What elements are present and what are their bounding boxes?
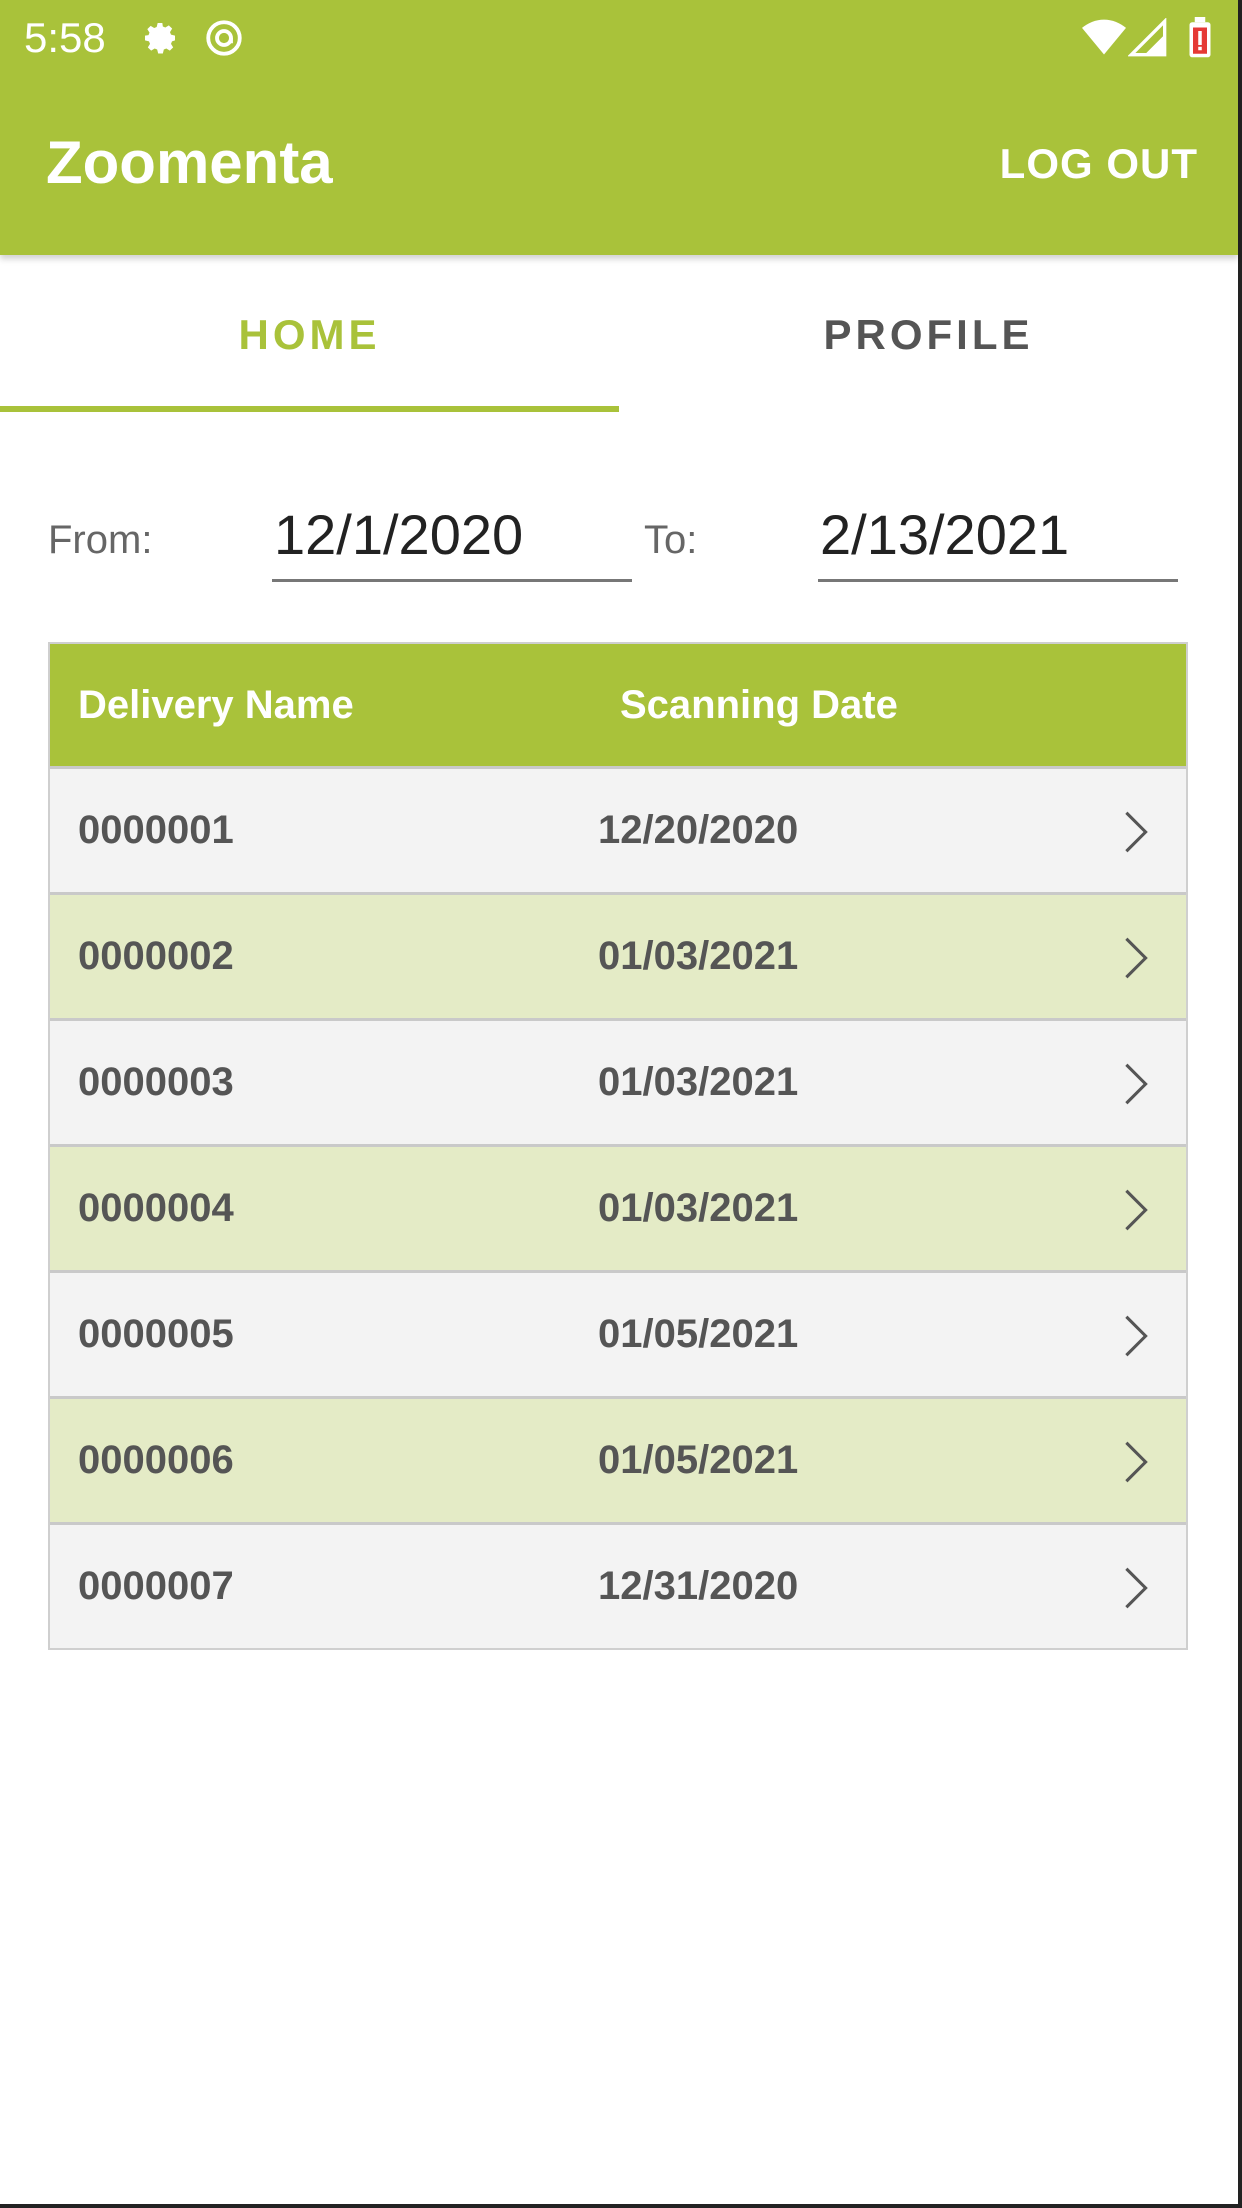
chevron-right-icon <box>1116 1059 1156 1109</box>
header-delivery-name: Delivery Name <box>78 682 354 727</box>
table-row[interactable]: 0000004 01/03/2021 <box>50 1144 1186 1270</box>
delivery-name-cell: 0000001 <box>78 808 234 852</box>
delivery-name-cell: 0000007 <box>78 1564 234 1608</box>
table-row[interactable]: 0000001 12/20/2020 <box>50 766 1186 892</box>
scanning-date-cell: 12/20/2020 <box>598 808 799 852</box>
scanning-date-cell: 01/05/2021 <box>598 1438 799 1482</box>
table-row[interactable]: 0000002 01/03/2021 <box>50 892 1186 1018</box>
table-body: 0000001 12/20/2020 0000002 01/03/2021 000000… <box>50 766 1186 1648</box>
logout-button[interactable]: LOG OUT <box>1000 140 1198 188</box>
tab-home[interactable]: HOME <box>0 258 619 412</box>
to-label: To: <box>644 518 698 562</box>
from-date-input[interactable]: 12/1/2020 <box>272 490 632 582</box>
table-row[interactable]: 0000003 01/03/2021 <box>50 1018 1186 1144</box>
app-title: Zoomenta <box>46 129 333 196</box>
tab-profile-label: PROFILE <box>823 311 1034 358</box>
tab-bar: HOME PROFILE <box>0 258 1238 412</box>
table-row[interactable]: 0000005 01/05/2021 <box>50 1270 1186 1396</box>
table-row[interactable]: 0000006 01/05/2021 <box>50 1396 1186 1522</box>
tab-home-label: HOME <box>238 311 381 358</box>
delivery-name-cell: 0000005 <box>78 1312 234 1356</box>
chevron-right-icon <box>1116 933 1156 983</box>
status-time: 5:58 <box>24 14 106 61</box>
delivery-name-cell: 0000006 <box>78 1438 234 1482</box>
chevron-right-icon <box>1116 1185 1156 1235</box>
chevron-right-icon <box>1116 1563 1156 1613</box>
scanning-date-cell: 01/03/2021 <box>598 934 799 978</box>
tab-indicator <box>0 406 619 412</box>
chevron-right-icon <box>1116 1437 1156 1487</box>
sync-icon <box>202 16 246 60</box>
gear-icon <box>138 16 182 60</box>
app-screen: 5:58 Zoomenta LOG OUT HOME PROFILE From:… <box>0 0 1242 2208</box>
signal-icon <box>1126 16 1170 60</box>
date-filters: From: 12/1/2020 To: 2/13/2021 <box>0 490 1238 600</box>
scanning-date-cell: 01/03/2021 <box>598 1060 799 1104</box>
table-header: Delivery Name Scanning Date <box>50 644 1186 766</box>
tab-profile[interactable]: PROFILE <box>619 258 1238 412</box>
scanning-date-cell: 01/03/2021 <box>598 1186 799 1230</box>
scanning-date-cell: 01/05/2021 <box>598 1312 799 1356</box>
scanning-date-cell: 12/31/2020 <box>598 1564 799 1608</box>
chevron-right-icon <box>1116 1311 1156 1361</box>
to-date-input[interactable]: 2/13/2021 <box>818 490 1178 582</box>
battery-icon <box>1178 16 1222 60</box>
top-bar: 5:58 Zoomenta LOG OUT <box>0 0 1238 255</box>
delivery-name-cell: 0000003 <box>78 1060 234 1104</box>
status-bar: 5:58 <box>0 0 1238 80</box>
deliveries-table: Delivery Name Scanning Date 0000001 12/20… <box>48 642 1188 1650</box>
table-row[interactable]: 0000007 12/31/2020 <box>50 1522 1186 1648</box>
delivery-name-cell: 0000004 <box>78 1186 234 1230</box>
from-label: From: <box>48 518 153 562</box>
chevron-right-icon <box>1116 807 1156 857</box>
delivery-name-cell: 0000002 <box>78 934 234 978</box>
header-scanning-date: Scanning Date <box>620 682 898 727</box>
wifi-icon <box>1082 16 1126 60</box>
